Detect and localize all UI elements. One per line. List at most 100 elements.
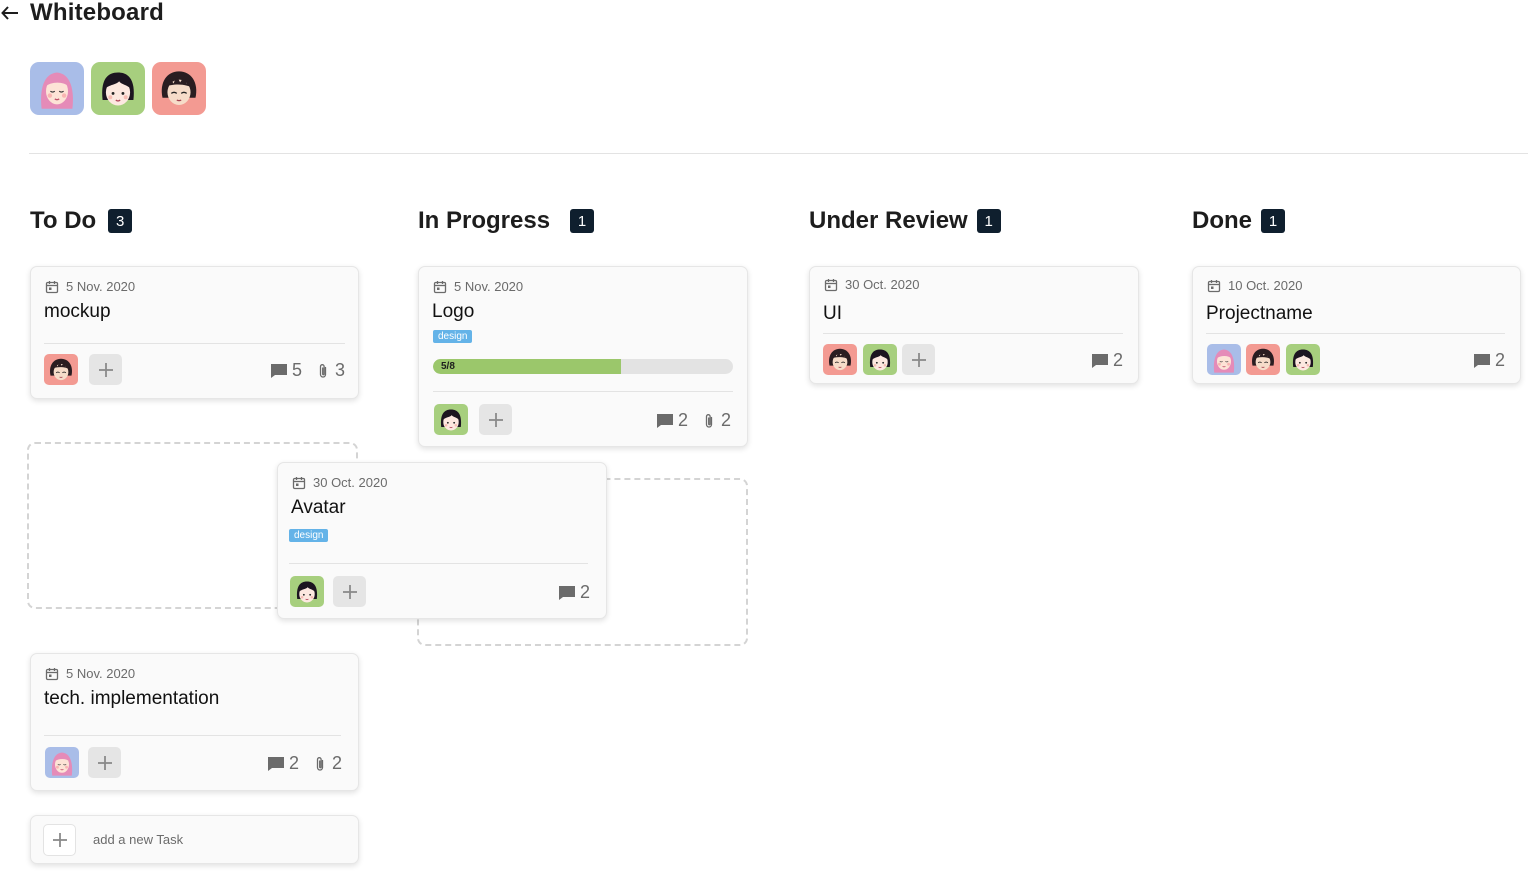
calendar-icon [292,476,306,490]
avatar-dark-curly[interactable] [152,62,206,115]
task-card-tech-implementation[interactable]: 5 Nov. 2020 tech. implementation 2 2 [30,653,359,791]
tag-design[interactable]: design [289,529,329,542]
comment-count: 2 [579,582,590,602]
page-header: Whiteboard [0,0,164,26]
add-assignee-button[interactable] [479,404,512,435]
task-card-ui[interactable]: 30 Oct. 2020 UI 2 [809,266,1139,384]
plus-icon [98,362,114,378]
card-meta: 2 [558,582,590,603]
assignee-avatar[interactable] [44,354,78,385]
column-count-badge: 1 [1261,209,1285,233]
card-divider [289,563,588,564]
column-title-label: In Progress [418,207,551,234]
card-title: Logo [432,301,475,322]
tag-design[interactable]: design [433,330,473,343]
card-date: 5 Nov. 2020 [433,279,523,294]
progress-fill: 5/8 [433,359,621,374]
card-title: Avatar [291,497,346,518]
task-card-mockup[interactable]: 5 Nov. 2020 mockup 5 3 [30,266,359,399]
column-title-todo: To Do 3 [30,207,133,235]
assignee-avatar[interactable] [434,404,468,435]
comment-count: 2 [288,753,299,773]
column-title-in-progress: In Progress 1 [418,207,595,235]
progress-label: 5/8 [441,361,455,372]
calendar-icon [45,667,59,681]
card-divider [823,333,1123,334]
comment-icon [1473,353,1491,369]
plus-icon [97,755,113,771]
card-meta: 2 2 [656,410,731,431]
add-new-task-label: add a new Task [93,832,184,847]
comment-icon [558,585,576,601]
calendar-icon [1207,279,1221,293]
paperclip-icon [704,413,714,429]
assignee-avatar[interactable] [1246,344,1280,375]
add-assignee-button[interactable] [88,747,121,778]
column-count-badge: 3 [108,209,133,233]
header-divider [29,153,1528,154]
team-avatars [30,62,206,115]
plus-icon [911,352,927,368]
column-title-done: Done 1 [1192,207,1285,235]
plus-icon [342,584,358,600]
column-title-label: Under Review [809,207,968,234]
avatar-pink-hair[interactable] [30,62,84,115]
card-date: 30 Oct. 2020 [824,277,919,292]
page-title: Whiteboard [30,0,164,26]
add-assignee-button[interactable] [333,576,366,607]
column-title-label: Done [1192,207,1252,234]
attachment-count: 2 [331,753,342,773]
comment-count: 2 [1112,350,1123,370]
paperclip-icon [318,363,328,379]
card-date: 30 Oct. 2020 [292,475,387,490]
task-card-logo[interactable]: 5 Nov. 2020 Logo design 5/8 2 2 [418,266,748,447]
calendar-icon [824,278,838,292]
card-title: UI [823,303,842,324]
card-divider [1206,333,1505,334]
comment-icon [270,363,288,379]
assignee-avatar[interactable] [1286,344,1320,375]
column-count-badge: 1 [570,209,595,233]
column-title-label: To Do [30,207,97,234]
task-card-avatar[interactable]: 30 Oct. 2020 Avatar design 2 [277,462,607,619]
assignee-avatar[interactable] [1207,344,1241,375]
column-title-under-review: Under Review 1 [809,207,1001,235]
card-date: 5 Nov. 2020 [45,666,135,681]
card-divider [44,343,345,344]
assignee-avatar[interactable] [863,344,897,375]
card-meta: 2 2 [267,753,342,774]
assignee-avatar[interactable] [823,344,857,375]
add-assignee-button[interactable] [89,354,122,385]
card-meta: 2 [1091,350,1123,371]
column-count-badge: 1 [976,209,1001,233]
arrow-left-icon[interactable] [0,3,20,23]
plus-icon [488,412,504,428]
card-divider [44,735,341,736]
task-card-projectname[interactable]: 10 Oct. 2020 Projectname 2 [1192,266,1521,384]
avatar-black-bob[interactable] [91,62,145,115]
card-date: 10 Oct. 2020 [1207,278,1302,293]
card-divider [433,391,733,392]
attachment-count: 3 [334,360,345,380]
attachment-count: 2 [720,410,731,430]
add-new-task-button[interactable]: add a new Task [30,815,359,864]
comment-icon [267,756,285,772]
comment-count: 5 [291,360,302,380]
comment-icon [656,413,674,429]
comment-icon [1091,353,1109,369]
card-title: Projectname [1206,303,1313,324]
add-assignee-button[interactable] [902,344,935,375]
card-title: tech. implementation [44,688,220,709]
card-date: 5 Nov. 2020 [45,279,135,294]
assignee-avatar[interactable] [290,576,324,607]
card-meta: 5 3 [270,360,345,381]
card-meta: 2 [1473,350,1505,371]
comment-count: 2 [677,410,688,430]
progress-bar: 5/8 [433,359,733,374]
card-title: mockup [44,301,111,322]
paperclip-icon [315,756,325,772]
calendar-icon [433,280,447,294]
assignee-avatar[interactable] [45,747,79,778]
calendar-icon [45,280,59,294]
comment-count: 2 [1494,350,1505,370]
